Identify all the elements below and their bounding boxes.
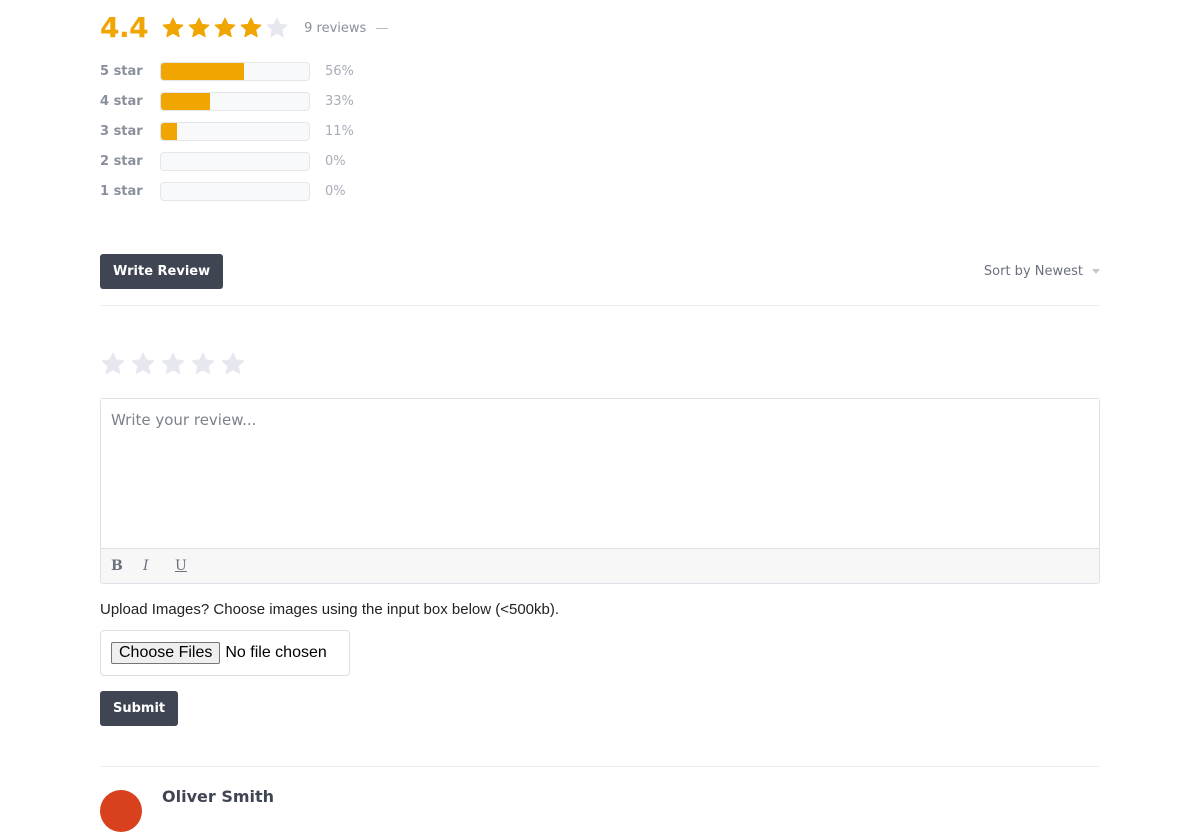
average-rating: 4.4 [100,11,149,44]
distribution-label: 3 star [100,123,143,139]
distribution-bar-fill [161,62,244,80]
distribution-percent: 0% [325,153,346,169]
reviews-count: 9 reviews [304,20,367,36]
bold-button[interactable]: B [111,558,143,574]
star-icon[interactable] [130,351,156,377]
distribution-bar [160,91,310,111]
rating-distribution: 5 star 56% 4 star 33% 3 star 11% 2 star … [100,61,354,211]
file-status: No file chosen [225,644,327,661]
review-editor: B I U [100,398,1100,584]
star-icon [213,16,237,40]
avatar [100,790,142,832]
file-input: Choose Files No file chosen [100,630,350,676]
distribution-percent: 0% [325,183,346,199]
star-icon[interactable] [100,351,126,377]
distribution-row: 1 star 0% [100,181,354,201]
distribution-label: 4 star [100,93,143,109]
distribution-percent: 56% [325,63,354,79]
star-icon[interactable] [220,351,246,377]
distribution-bar [160,151,310,171]
star-icon[interactable] [190,351,216,377]
editor-toolbar: B I U [101,548,1099,583]
distribution-percent: 11% [325,123,354,139]
distribution-label: 5 star [100,63,143,79]
distribution-bar-fill [161,92,210,110]
divider [100,305,1100,306]
distribution-row: 4 star 33% [100,91,354,111]
distribution-bar [160,181,310,201]
star-icon [187,16,211,40]
chevron-down-icon [1092,269,1100,274]
rating-input [100,351,246,377]
distribution-bar [160,121,310,141]
star-icon [161,16,185,40]
choose-files-button[interactable]: Choose Files [111,642,221,664]
sort-label: Sort by Newest [983,264,1083,279]
underline-button[interactable]: U [175,558,207,574]
star-icon [239,16,263,40]
distribution-label: 1 star [100,183,143,199]
distribution-bar [160,61,310,81]
distribution-row: 5 star 56% [100,61,354,81]
distribution-bar-fill [161,122,178,140]
average-stars [161,16,289,40]
divider [100,766,1100,767]
submit-button[interactable]: Submit [100,691,179,726]
write-review-button[interactable]: Write Review [100,254,224,289]
distribution-label: 2 star [100,153,143,169]
italic-button[interactable]: I [143,558,175,574]
sort-dropdown[interactable]: Sort by Newest [984,264,1100,279]
reviewer-name: Oliver Smith [162,787,275,806]
review-actions: Write Review Sort by Newest [100,254,1100,289]
upload-instructions: Upload Images? Choose images using the i… [100,601,560,618]
review-textarea[interactable] [101,399,1099,549]
distribution-row: 2 star 0% [100,151,354,171]
distribution-percent: 33% [325,93,354,109]
rating-summary: 4.4 9 reviews [100,10,389,46]
distribution-row: 3 star 11% [100,121,354,141]
star-icon [265,16,289,40]
star-icon[interactable] [160,351,186,377]
dash-separator [376,27,389,29]
